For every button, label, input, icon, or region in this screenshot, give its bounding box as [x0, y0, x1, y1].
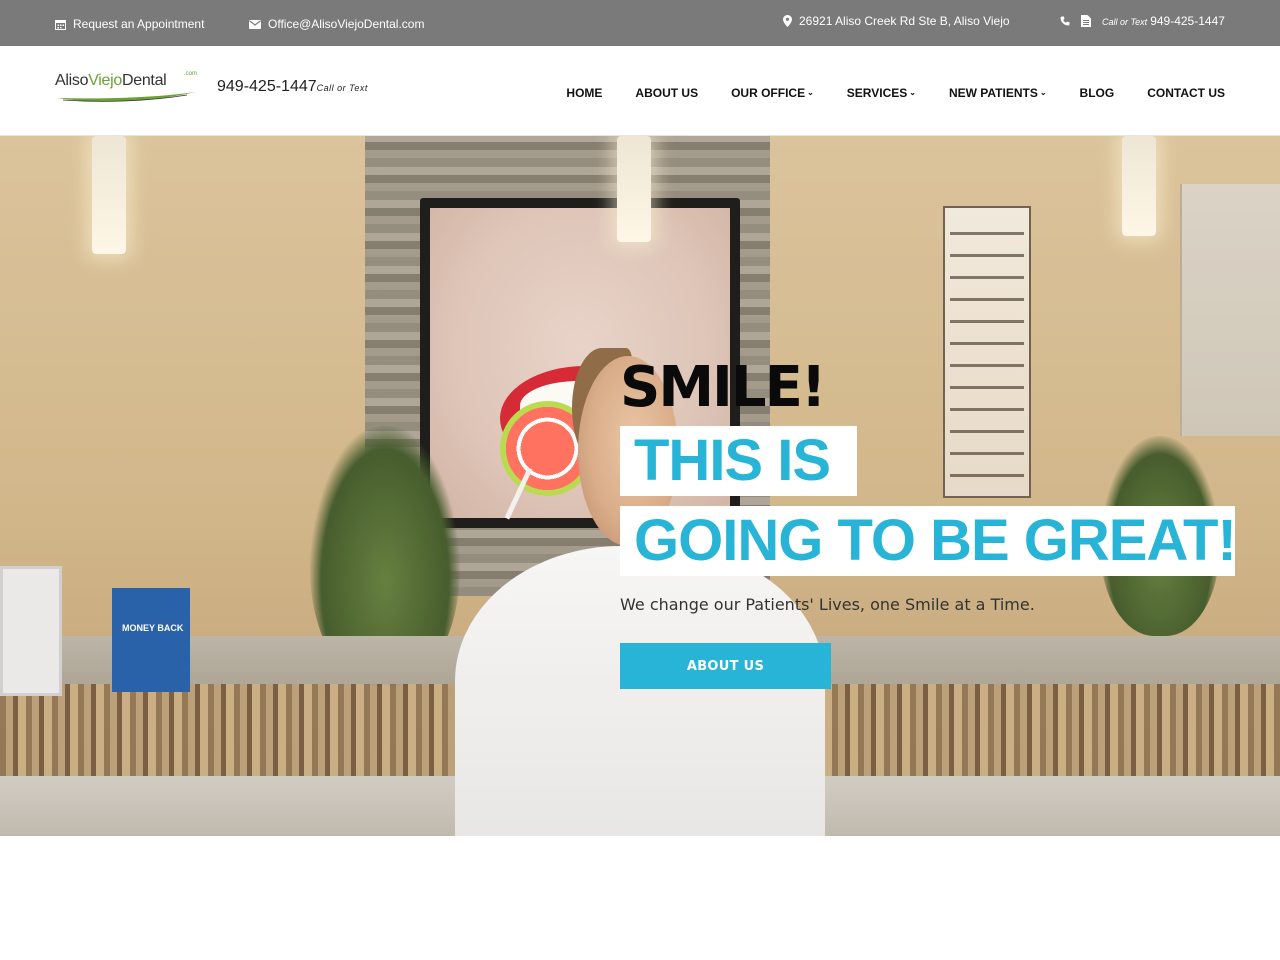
header-phone-number: 949-425-1447 — [217, 78, 317, 95]
address-link[interactable]: 26921 Aliso Creek Rd Ste B, Aliso Viejo — [783, 14, 1010, 28]
email-link[interactable]: Office@AlisoViejoDental.com — [249, 17, 424, 31]
nav-home[interactable]: HOME — [566, 86, 602, 100]
map-pin-icon — [783, 15, 792, 27]
nav-new-patients-label: NEW PATIENTS — [948, 86, 1038, 100]
header-phone[interactable]: 949-425-1447Call or Text — [217, 78, 368, 96]
nav-about-us[interactable]: ABOUT US — [635, 86, 698, 100]
hero-banner: MONEY BACK SMILE! THIS IS GOING TO BE GR… — [0, 136, 1280, 836]
nav-contact-us[interactable]: CONTACT US — [1147, 86, 1225, 100]
nav-home-label: HOME — [566, 86, 603, 100]
appointment-label: Request an Appointment — [73, 17, 205, 31]
hero-highlight-line-2: GOING TO BE GREAT! — [620, 506, 1237, 576]
site-logo[interactable]: AlisoViejoDental .com — [55, 70, 200, 106]
nav-new-patients[interactable]: NEW PATIENTS ⌄ — [949, 86, 1047, 100]
calendar-icon — [55, 19, 66, 30]
topbar-phone-link[interactable]: Call or Text 949-425-1447 — [1060, 14, 1225, 28]
logo-part-aliso: Aliso — [55, 72, 89, 89]
top-info-bar: Request an Appointment Office@AlisoViejo… — [0, 0, 1280, 46]
nav-services[interactable]: SERVICES ⌄ — [847, 86, 916, 100]
appointment-link[interactable]: Request an Appointment — [55, 17, 204, 31]
call-or-text-label: Call or Text — [1102, 17, 1148, 27]
below-hero-blank — [0, 836, 1280, 960]
nav-our-office-label: OUR OFFICE — [731, 86, 806, 100]
chevron-down-icon: ⌄ — [1039, 87, 1047, 97]
logo-wordmark: AlisoViejoDental — [55, 72, 167, 90]
topbar-phone-number: 949-425-1447 — [1150, 14, 1225, 28]
nav-contact-us-label: CONTACT US — [1147, 86, 1225, 100]
main-nav: HOME ABOUT US OUR OFFICE ⌄ SERVICES ⌄ NE… — [566, 86, 1225, 100]
email-address: Office@AlisoViejoDental.com — [268, 17, 425, 31]
nav-services-label: SERVICES — [846, 86, 908, 100]
chevron-down-icon: ⌄ — [909, 87, 916, 97]
logo-part-viejo: Viejo — [88, 72, 122, 89]
header-call-or-text: Call or Text — [316, 83, 368, 93]
hero-highlight-line-1: THIS IS — [620, 426, 857, 496]
about-us-button[interactable]: ABOUT US — [620, 643, 831, 689]
nav-blog[interactable]: BLOG — [1080, 86, 1115, 100]
logo-suffix: .com — [184, 71, 198, 77]
address-text: 26921 Aliso Creek Rd Ste B, Aliso Viejo — [799, 14, 1010, 28]
site-header: AlisoViejoDental .com 949-425-1447Call o… — [0, 46, 1280, 136]
phone-icon — [1060, 16, 1070, 26]
document-icon — [1081, 15, 1091, 27]
hero-subtext: We change our Patients' Lives, one Smile… — [620, 595, 1035, 614]
chevron-down-icon: ⌄ — [807, 87, 814, 97]
nav-our-office[interactable]: OUR OFFICE ⌄ — [731, 86, 814, 100]
nav-blog-label: BLOG — [1079, 86, 1115, 100]
about-us-button-label: ABOUT US — [686, 658, 765, 674]
hero-heading: SMILE! — [620, 355, 826, 420]
envelope-icon — [249, 19, 261, 29]
logo-swoosh-icon — [57, 92, 195, 102]
nav-about-us-label: ABOUT US — [635, 86, 699, 100]
logo-part-dental: Dental — [121, 72, 167, 89]
